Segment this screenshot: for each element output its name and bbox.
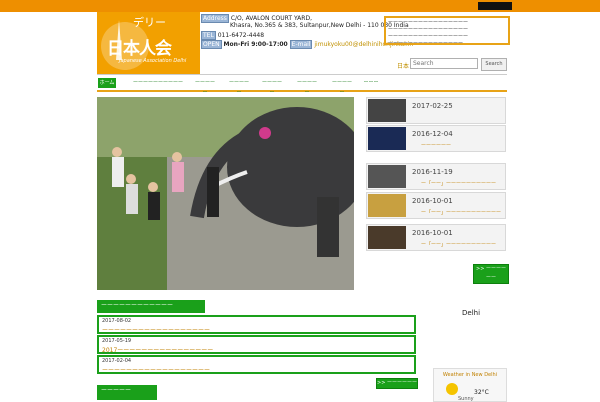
info-more-button[interactable]: >> ーーーーーー: [376, 378, 418, 389]
weather-temp: 32°C: [474, 389, 489, 396]
news-item[interactable]: 2016-12-04 ーーーーーー: [366, 125, 506, 152]
news-title[interactable]: ー「ーー」ーーーーーーーーーーー: [421, 209, 501, 216]
site-logo[interactable]: デリー 日本人会 Japanese Association Delhi: [97, 12, 200, 74]
news-title[interactable]: ー「ーー」ーーーーーーーーーー: [421, 180, 496, 187]
main-nav: ホーム ーーーーーーーーーー ーーーーー ーーーーー ーーーーー ーーーーー ー…: [97, 74, 507, 96]
news-date: 2016-10-01: [412, 229, 453, 237]
notice-box: ーーーーーーーーーーーーーーーー ーーーーーーーーーーーーーーーー ーーーーーー…: [384, 16, 510, 47]
news-date: 2016-11-19: [412, 168, 453, 176]
search-button[interactable]: Search: [481, 58, 507, 71]
news-thumbnail: [368, 165, 406, 188]
info-date: 2017-05-19: [102, 338, 132, 344]
elephant-photo-illustration: [97, 97, 354, 290]
news-item[interactable]: 2017-02-25: [366, 97, 506, 124]
news-date: 2017-02-25: [412, 102, 453, 110]
logo-sub-text: Japanese Association Delhi: [119, 58, 187, 64]
sun-icon: [446, 383, 458, 395]
search-input[interactable]: [410, 58, 478, 69]
notice-line: ーーーーーーーーーーーーーーー: [388, 41, 464, 47]
address-line1: C/O, AVALON COURT YARD,: [230, 15, 312, 22]
notice-line: ーーーーーーーーーーーーーーーー: [388, 27, 469, 33]
nav-home[interactable]: ホーム: [98, 78, 116, 88]
open-tag: OPEN: [201, 40, 222, 49]
nav-item[interactable]: ーーーーー: [227, 78, 251, 96]
info-title[interactable]: ーーーーーーーーーーーーーーーーーー: [102, 325, 210, 334]
info-date: 2017-08-02: [102, 318, 132, 324]
nav-item[interactable]: ーーーーー: [330, 78, 354, 96]
news-title[interactable]: ー「ーー」ーーーーーーーーーー: [421, 241, 496, 248]
nav-item[interactable]: ーーー: [363, 78, 379, 88]
nav-item[interactable]: ーーーーー: [295, 78, 319, 96]
hero-photo[interactable]: [97, 97, 354, 290]
info-section-heading: ーーーーーーーーーーーー: [97, 300, 205, 313]
news-thumbnail: [368, 226, 406, 249]
weather-city: Delhi: [462, 309, 481, 317]
second-section-heading: ーーーーー: [97, 385, 157, 400]
logo-main-text: 日本人会: [107, 39, 172, 59]
tel-block: TEL 011-6472-4448: [201, 31, 264, 40]
info-date: 2017-02-04: [102, 358, 132, 364]
notice-line: ーーーーーーーーーーーーーーーー: [388, 20, 469, 26]
weather-condition: Sunny: [458, 396, 474, 402]
tel-tag: TEL: [201, 31, 216, 40]
logo-top-text: デリー: [133, 16, 166, 29]
nav-item[interactable]: ーーーーー: [260, 78, 284, 96]
top-bar-widget[interactable]: [478, 2, 512, 10]
news-date: 2016-12-04: [412, 130, 453, 138]
news-item[interactable]: 2016-10-01 ー「ーー」ーーーーーーーーーー: [366, 224, 506, 251]
nav-item[interactable]: ーーーーーーーーーー: [131, 78, 185, 88]
info-title[interactable]: 2017ーーーーーーーーーーーーーーーー: [102, 345, 213, 354]
top-bar: [0, 0, 600, 12]
news-thumbnail: [368, 194, 406, 217]
news-title[interactable]: ーーーーーー: [421, 142, 451, 149]
email-tag: E-mail: [289, 40, 313, 49]
nav-item[interactable]: ーーーーー: [193, 78, 217, 96]
info-list-item[interactable]: 2017-08-02 ーーーーーーーーーーーーーーーーーー: [97, 315, 416, 334]
opening-hours: Mon-Fri 9:00-17:00: [223, 41, 288, 48]
notice-line: ーーーーーーーーーーーーーーーー: [388, 34, 469, 40]
news-thumbnail: [368, 127, 406, 150]
news-item[interactable]: 2016-11-19 ー「ーー」ーーーーーーーーーー: [366, 163, 506, 190]
language-switch[interactable]: 日本: [397, 61, 409, 70]
info-title[interactable]: ーーーーーーーーーーーーーーーーーー: [102, 365, 210, 374]
info-list-item[interactable]: 2017-05-19 2017ーーーーーーーーーーーーーーーー: [97, 335, 416, 354]
tel-number[interactable]: 011-6472-4448: [218, 32, 264, 39]
weather-widget: Weather in New Delhi 32°C Sunny: [433, 368, 507, 402]
news-date: 2016-10-01: [412, 197, 453, 205]
address-line2: Khasra, No.365 & 383, Sultanpur,New Delh…: [230, 22, 409, 29]
weather-title: Weather in New Delhi: [442, 372, 498, 378]
news-item[interactable]: 2016-10-01 ー「ーー」ーーーーーーーーーーー: [366, 192, 506, 219]
address-tag: Address: [201, 14, 229, 23]
news-more-button[interactable]: >> ーーーーーー: [473, 264, 509, 284]
info-list-item[interactable]: 2017-02-04 ーーーーーーーーーーーーーーーーーー: [97, 355, 416, 374]
news-thumbnail: [368, 99, 406, 122]
hours-block: OPEN Mon-Fri 9:00-17:00 E-mail jimukyoku…: [201, 40, 413, 49]
